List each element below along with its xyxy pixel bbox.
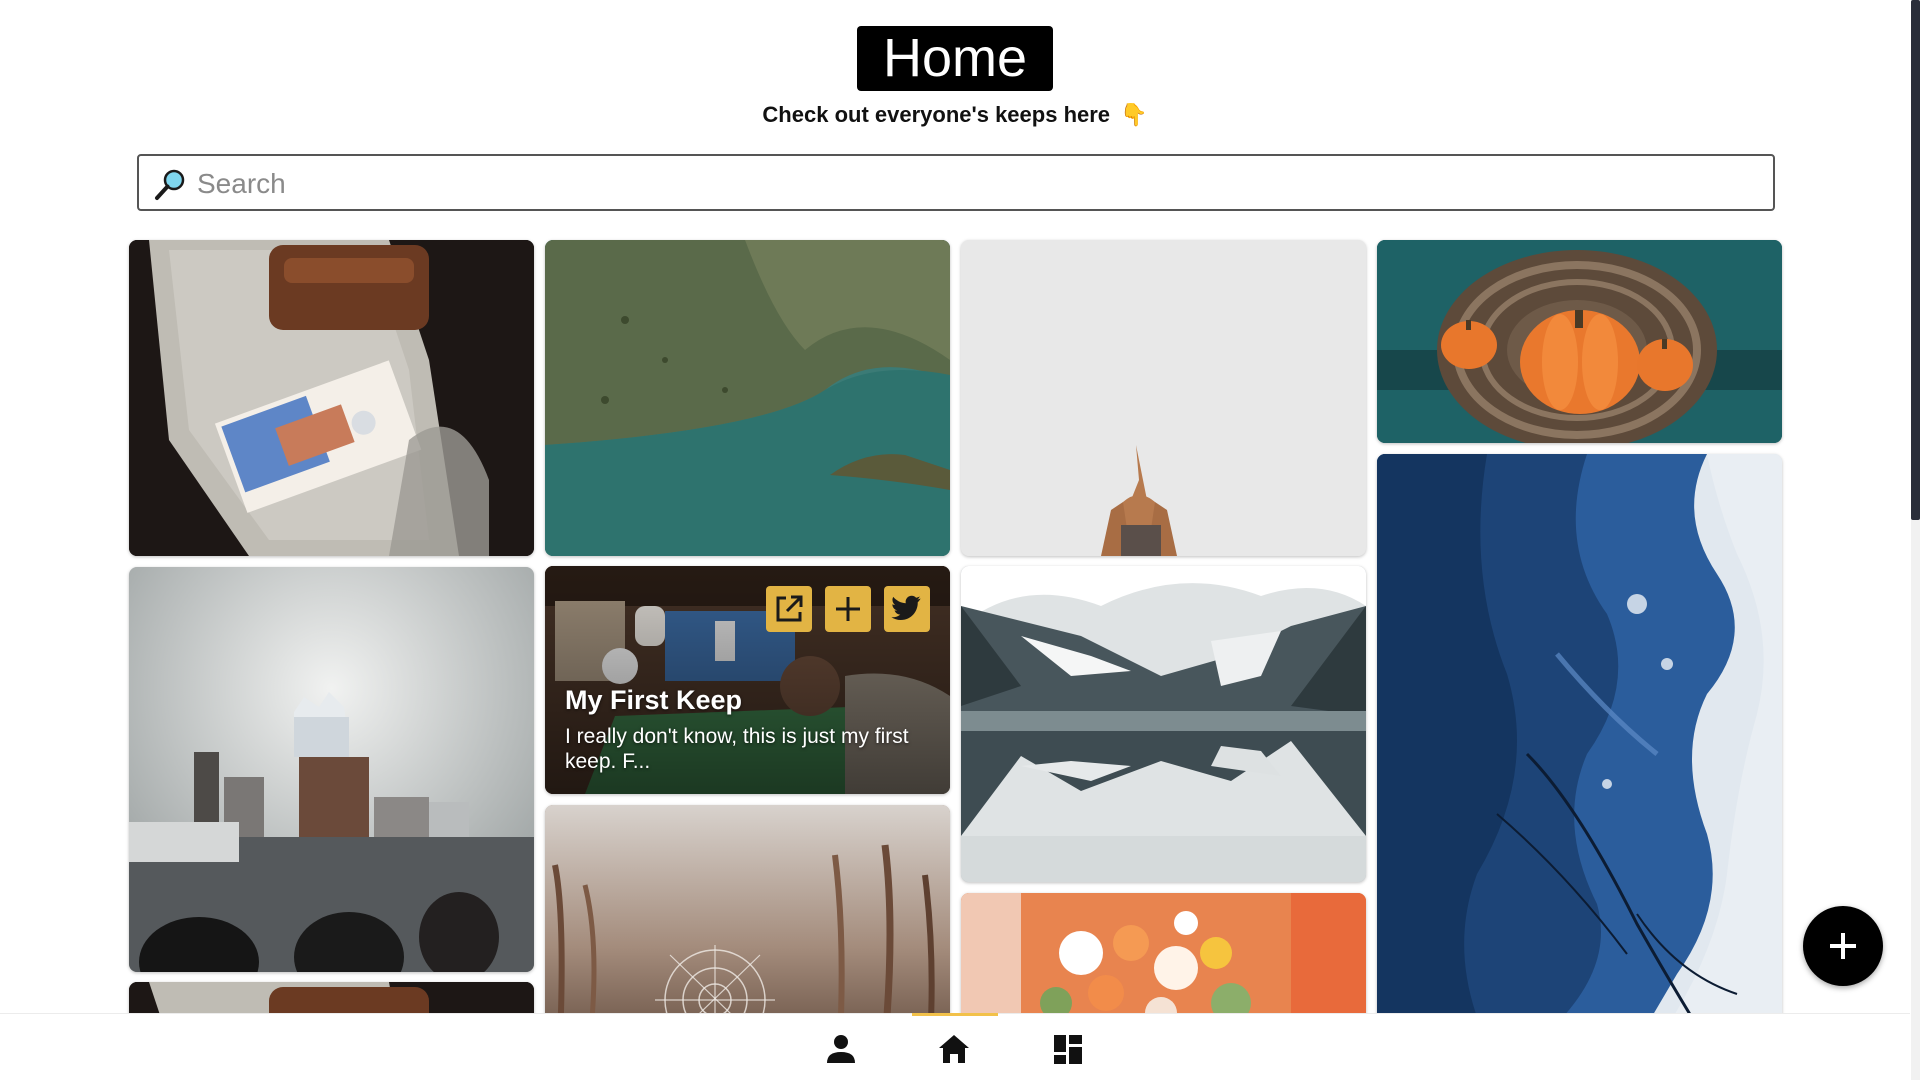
- keep-image: [545, 805, 950, 1013]
- keep-card-my-first-keep[interactable]: My First Keep I really don't know, this …: [545, 566, 950, 794]
- keep-image: [129, 240, 534, 556]
- keep-image: [961, 240, 1366, 556]
- keep-description: I really don't know, this is just my fir…: [565, 725, 909, 773]
- keep-card-spiderweb[interactable]: [545, 805, 950, 1013]
- keep-card-harbor[interactable]: [129, 567, 534, 972]
- dashboard-icon: [1054, 1035, 1082, 1064]
- keep-image: [545, 240, 950, 556]
- keep-image: [129, 982, 534, 1013]
- keep-image: [1377, 454, 1782, 1013]
- page-scrollbar[interactable]: [1911, 0, 1920, 1080]
- open-keep-button[interactable]: [766, 586, 812, 632]
- bottom-navigation: [0, 1013, 1910, 1081]
- twitter-icon: [891, 595, 921, 620]
- scrollbar-thumb[interactable]: [1911, 0, 1920, 520]
- keep-card-magazine-chair-2[interactable]: [129, 982, 534, 1013]
- keep-card-flowers[interactable]: [961, 893, 1366, 1013]
- nav-profile[interactable]: [822, 1030, 862, 1070]
- keep-image: [1377, 240, 1782, 443]
- keep-card-actions: [766, 586, 930, 632]
- nav-vaults[interactable]: [1049, 1030, 1089, 1070]
- share-twitter-button[interactable]: [884, 586, 930, 632]
- keep-card-yoga[interactable]: [961, 240, 1366, 556]
- open-external-icon: [776, 595, 803, 622]
- keep-image: [129, 567, 534, 972]
- keep-card-pumpkins[interactable]: [1377, 240, 1782, 443]
- nav-home[interactable]: [935, 1030, 975, 1070]
- home-icon: [939, 1035, 969, 1063]
- plus-icon: [1830, 933, 1856, 959]
- create-keep-fab[interactable]: [1803, 906, 1883, 986]
- keep-card-mountain-lake[interactable]: [961, 566, 1366, 882]
- keep-card-blue-paint[interactable]: [1377, 454, 1782, 1013]
- keep-title: My First Keep: [565, 685, 743, 715]
- keep-card-magazine-chair[interactable]: [129, 240, 534, 556]
- active-tab-indicator: [912, 1013, 998, 1016]
- add-to-vault-button[interactable]: [825, 586, 871, 632]
- keeps-grid: My First Keep I really don't know, this …: [0, 0, 1910, 1013]
- keep-image: [961, 566, 1366, 882]
- keep-card-lake-valley[interactable]: [545, 240, 950, 556]
- keep-image: [961, 893, 1366, 1013]
- plus-icon: [836, 597, 860, 621]
- person-icon: [827, 1035, 855, 1063]
